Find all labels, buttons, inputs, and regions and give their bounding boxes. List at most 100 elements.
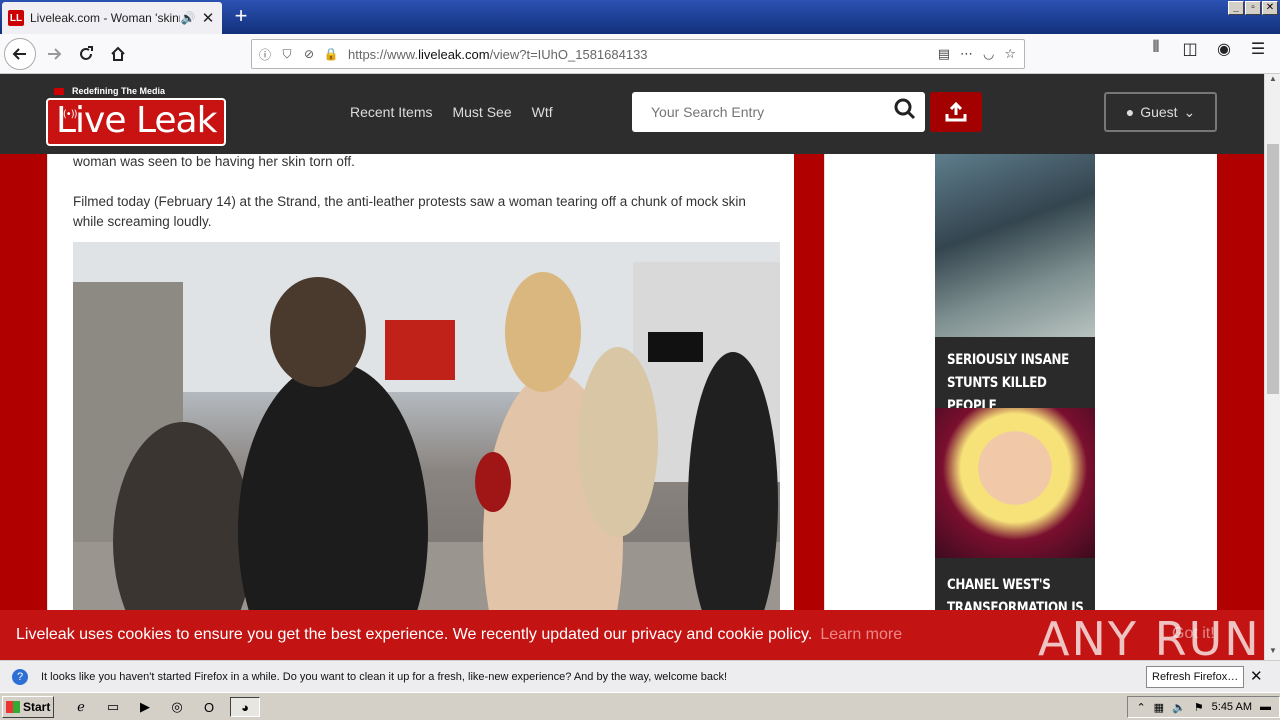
back-button[interactable] (4, 38, 36, 70)
broadcast-icon: ((•)) (60, 109, 77, 120)
clock[interactable]: 5:45 AM (1212, 701, 1252, 713)
search-icon[interactable] (885, 98, 925, 126)
promo-card[interactable]: SERIOUSLY INSANE STUNTS KILLED PEOPLE (935, 154, 1095, 408)
sidebar: SERIOUSLY INSANE STUNTS KILLED PEOPLE CH… (824, 154, 1217, 660)
upload-icon (945, 102, 967, 122)
permissions-icon[interactable]: ⊘ (300, 47, 318, 61)
promo-caption: SERIOUSLY INSANE STUNTS KILLED PEOPLE (947, 352, 1069, 408)
reader-view-icon[interactable]: ▤ (938, 46, 950, 62)
protest-photo-illustration (73, 242, 780, 660)
speaker-icon[interactable]: 🔊 (180, 11, 196, 25)
chrome-icon[interactable]: ◎ (166, 697, 188, 717)
promo-image (935, 408, 1095, 558)
info-icon[interactable]: ⓘ (256, 46, 274, 63)
toolbar-right: ⫴ ◫ ◉ ☰ (1146, 39, 1280, 59)
refresh-firefox-button[interactable]: Refresh Firefox… (1146, 666, 1245, 688)
reload-button[interactable] (70, 38, 102, 70)
question-icon: ? (12, 668, 28, 685)
page-viewport: Redefining The Media ((•)) Live Leak Rec… (0, 74, 1264, 660)
network-icon[interactable]: ▦ (1154, 701, 1164, 714)
library-icon[interactable]: ⫴ (1146, 39, 1166, 59)
article-paragraph: woman was seen to be having her skin tor… (73, 154, 355, 169)
page-scrollbar[interactable]: ▲ ▼ (1264, 74, 1280, 660)
promo-image (935, 154, 1095, 337)
volume-icon[interactable]: 🔈 (1172, 701, 1186, 714)
nav-wtf[interactable]: Wtf (532, 104, 553, 120)
action-center-flag-icon[interactable]: ⚑ (1194, 701, 1204, 714)
pocket-icon[interactable]: ◡ (983, 46, 994, 62)
menu-icon[interactable]: ☰ (1248, 39, 1268, 59)
notification-text: It looks like you haven't started Firefo… (41, 670, 728, 683)
folder-icon[interactable]: ▭ (102, 697, 124, 717)
logo-box: ((•)) Live Leak (46, 98, 226, 146)
browser-tab-strip: LL Liveleak.com - Woman 'skinned 🔊 ✕ + _… (0, 0, 1280, 34)
scroll-down-icon[interactable]: ▼ (1265, 646, 1280, 660)
maximize-button[interactable]: ▫ (1245, 1, 1261, 15)
tagline-text: Redefining The Media (72, 86, 166, 96)
tray-expand-icon[interactable]: ⌃ (1136, 701, 1145, 714)
logo-text: Live Leak (56, 100, 217, 141)
liveleak-logo[interactable]: Redefining The Media ((•)) Live Leak (46, 86, 226, 146)
url-bar[interactable]: ⓘ ⛉ ⊘ 🔒 https://www.liveleak.com/view?t=… (251, 39, 1025, 69)
windows-logo-icon (6, 701, 20, 713)
firefox-icon[interactable]: ◕ (230, 697, 260, 717)
bookmark-star-icon[interactable]: ☆ (1004, 46, 1016, 62)
guest-menu-button[interactable]: ● Guest ⌄ (1104, 92, 1217, 132)
account-icon[interactable]: ◉ (1214, 39, 1234, 59)
start-button[interactable]: Start (2, 696, 54, 718)
url-domain: liveleak.com (418, 46, 490, 62)
browser-tab[interactable]: LL Liveleak.com - Woman 'skinned 🔊 ✕ (2, 2, 222, 34)
site-nav: Recent Items Must See Wtf (350, 104, 553, 120)
browser-toolbar: ⓘ ⛉ ⊘ 🔒 https://www.liveleak.com/view?t=… (0, 34, 1280, 74)
opera-icon[interactable]: O (198, 697, 220, 717)
nav-recent-items[interactable]: Recent Items (350, 104, 432, 120)
search-input[interactable] (632, 93, 885, 131)
new-tab-button[interactable]: + (228, 4, 254, 30)
lock-icon[interactable]: 🔒 (322, 47, 340, 61)
upload-button[interactable] (930, 92, 982, 132)
shield-icon[interactable]: ⛉ (278, 47, 296, 62)
home-button[interactable] (102, 38, 134, 70)
url-path: /view?t=IUhO_1581684133 (489, 46, 648, 62)
site-search (632, 92, 925, 132)
scroll-up-icon[interactable]: ▲ (1265, 74, 1280, 88)
reload-icon (80, 46, 93, 60)
show-desktop-icon[interactable]: ▬ (1260, 701, 1271, 713)
forward-button[interactable] (38, 38, 70, 70)
notification-bar: ? It looks like you haven't started Fire… (0, 660, 1280, 692)
media-player-icon[interactable]: ▶ (134, 697, 156, 717)
user-icon: ● (1125, 104, 1135, 120)
system-tray: ⌃ ▦ 🔈 ⚑ 5:45 AM ▬ (1127, 696, 1280, 718)
quick-launch: ℯ ▭ ▶ ◎ O ◕ (70, 697, 260, 717)
urlbar-actions: ▤ ⋯ ◡ ☆ (938, 46, 1016, 62)
chevron-down-icon: ⌄ (1183, 103, 1196, 120)
sidebar-icon[interactable]: ◫ (1180, 39, 1200, 59)
article-photo[interactable] (73, 242, 780, 660)
arrow-right-icon (48, 48, 62, 60)
arrow-left-icon (12, 48, 26, 60)
ie-icon[interactable]: ℯ (70, 697, 92, 717)
learn-more-link[interactable]: Learn more (820, 626, 902, 644)
home-icon (111, 46, 125, 61)
screen: { "browser": { "tab": { "favicon": "LL",… (0, 0, 1280, 720)
anyrun-watermark: ANY RUN (1038, 612, 1261, 660)
tab-close-icon[interactable]: ✕ (200, 9, 216, 27)
site-header: Redefining The Media ((•)) Live Leak Rec… (0, 74, 1264, 154)
window-close-button[interactable]: ✕ (1262, 1, 1278, 15)
tab-title: Liveleak.com - Woman 'skinned (30, 11, 180, 25)
windows-taskbar: Start ℯ ▭ ▶ ◎ O ◕ ⌃ ▦ 🔈 ⚑ 5:45 AM ▬ (0, 692, 1280, 720)
article-paragraph: Filmed today (February 14) at the Strand… (73, 194, 746, 229)
cookie-text: Liveleak uses cookies to ensure you get … (16, 626, 813, 643)
guest-label: Guest (1140, 104, 1178, 120)
url-prefix: https://www. (348, 46, 419, 62)
scrollbar-thumb[interactable] (1267, 144, 1279, 394)
minimize-button[interactable]: _ (1228, 1, 1244, 15)
page-actions-icon[interactable]: ⋯ (960, 46, 973, 62)
article-body: woman was seen to be having her skin tor… (47, 154, 794, 660)
start-label: Start (23, 700, 51, 714)
notification-close-icon[interactable]: ✕ (1250, 667, 1263, 685)
nav-must-see[interactable]: Must See (452, 104, 511, 120)
url-text[interactable]: https://www.liveleak.com/view?t=IUhO_158… (348, 47, 938, 62)
window-controls: _ ▫ ✕ (1228, 1, 1278, 15)
liveleak-favicon-icon: LL (8, 10, 24, 26)
